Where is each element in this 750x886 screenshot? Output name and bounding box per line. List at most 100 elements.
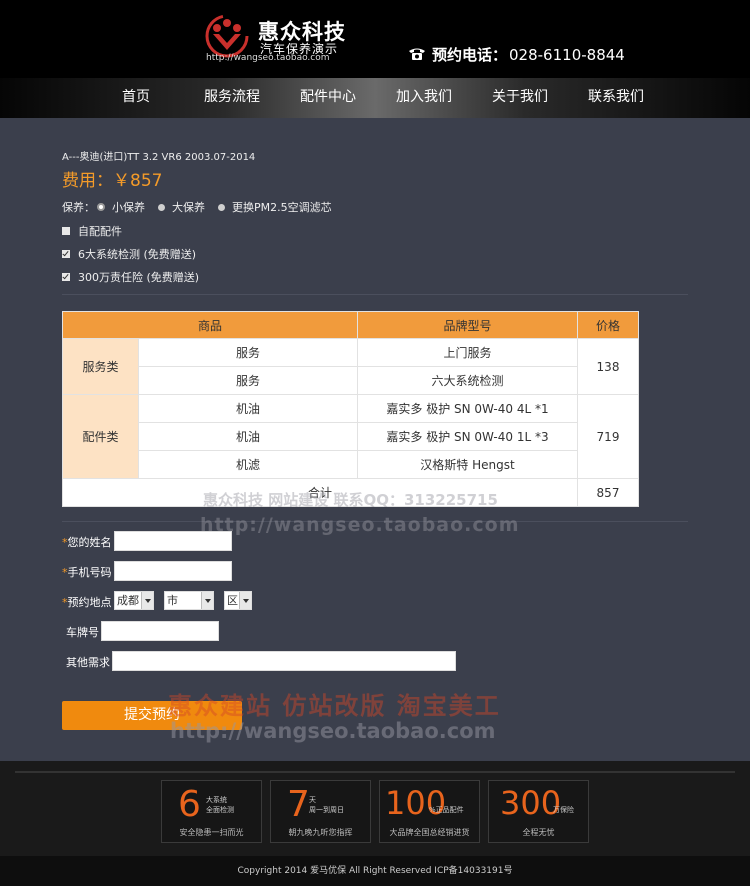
item-cell: 机油 — [138, 394, 358, 423]
chevron-down-icon — [201, 592, 213, 609]
maintenance-options: 保养： 小保养 大保养 更换PM2.5空调滤芯 — [62, 199, 332, 215]
brand-cell: 汉格斯特 Hengst — [357, 450, 578, 479]
feature-caption: 安全隐患一扫而光 — [179, 828, 244, 837]
feature-desc: 周一到周日 — [309, 806, 344, 814]
feature-number: 6 — [178, 784, 201, 825]
category-cell: 服务类 — [62, 338, 139, 395]
divider — [62, 521, 688, 522]
item-cell: 服务 — [138, 338, 358, 367]
brand-cell: 上门服务 — [357, 338, 578, 367]
checkbox-system-check[interactable] — [62, 250, 70, 258]
checkbox-label: 6大系统检测 (免费赠送) — [78, 248, 197, 261]
feature-number: 7 — [287, 784, 310, 825]
checkbox-row: 6大系统检测 (免费赠送) — [62, 246, 196, 262]
watermark-url: http://wangseo.taobao.com — [200, 514, 520, 536]
checkbox-row: 300万责任险 (免费赠送) — [62, 269, 199, 285]
feature-card: 100 %正品配件 大品牌全国总经销进货 — [379, 780, 480, 843]
radio-filter-replace[interactable] — [218, 203, 225, 211]
plate-input[interactable] — [101, 621, 219, 641]
nav-item-home[interactable]: 首页 — [122, 86, 150, 106]
site-header: 惠众科技 汽车保养演示 http://wangseo.taobao.com 预约… — [0, 0, 750, 78]
phone-contact: 预约电话： 028-6110-8844 — [408, 44, 625, 65]
feature-caption: 大品牌全国总经销进货 — [389, 828, 470, 837]
nav-item-contact-us[interactable]: 联系我们 — [588, 86, 644, 106]
option-filter-label: 更换PM2.5空调滤芯 — [232, 201, 332, 214]
area-select[interactable]: 区 — [224, 591, 252, 610]
checkbox-label: 自配配件 — [78, 225, 122, 238]
divider — [62, 294, 688, 295]
telephone-icon — [409, 48, 425, 60]
table-row: 配件类 机油 嘉实多 极护 SN 0W-40 4L *1 719 — [62, 394, 639, 479]
feature-unit: 万保险 — [553, 806, 574, 814]
checkbox-row: 自配配件 — [62, 223, 122, 239]
feature-card: 300 万保险 全程无忧 — [488, 780, 589, 843]
other-input[interactable] — [112, 651, 456, 671]
logo-people-icon — [205, 14, 249, 58]
name-input[interactable] — [114, 531, 232, 551]
phone-input[interactable] — [114, 561, 232, 581]
brand-url: http://wangseo.taobao.com — [206, 53, 330, 63]
chevron-down-icon — [239, 592, 251, 609]
items-table: 商品 品牌型号 价格 服务类 服务 上门服务 138 服务 六大系统检测 配件类… — [62, 311, 639, 507]
checkbox-label: 300万责任险 (免费赠送) — [78, 271, 200, 284]
category-cell: 配件类 — [62, 394, 139, 479]
phone-label: 预约电话： — [432, 46, 508, 64]
name-label: *您的姓名 — [62, 536, 112, 549]
chevron-down-icon — [141, 592, 153, 609]
brand-cell: 嘉实多 极护 SN 0W-40 4L *1 — [357, 394, 578, 423]
price-cell: 719 — [577, 394, 639, 479]
city-select[interactable]: 成都 — [114, 591, 154, 610]
header-price: 价格 — [577, 311, 639, 339]
maintenance-label: 保养： — [62, 201, 95, 214]
table-total-row: 合计 857 — [62, 478, 639, 507]
feature-desc: 全面检测 — [206, 806, 234, 814]
item-cell: 服务 — [138, 366, 358, 395]
location-label: *预约地点 — [62, 596, 112, 609]
car-model: A---奥迪(进口)TT 3.2 VR6 2003.07-2014 — [62, 152, 256, 163]
table-header-row: 商品 品牌型号 价格 — [62, 311, 639, 339]
header-brand: 品牌型号 — [357, 311, 578, 339]
nav-item-parts-center[interactable]: 配件中心 — [300, 86, 356, 106]
feature-number: 300 — [500, 784, 562, 822]
nav-item-service-process[interactable]: 服务流程 — [204, 86, 260, 106]
table-row: 机油 嘉实多 极护 SN 0W-40 1L *3 — [63, 422, 639, 451]
feature-caption: 全程无忧 — [522, 828, 555, 837]
option-minor-label: 小保养 — [112, 201, 145, 214]
service-fee: 费用：￥857 — [62, 171, 163, 191]
nav-item-about-us[interactable]: 关于我们 — [492, 86, 548, 106]
table-row: 机滤 汉格斯特 Hengst — [63, 450, 639, 479]
radio-minor-maintenance[interactable] — [97, 203, 105, 211]
feature-unit: %正品配件 — [429, 806, 464, 814]
plate-label: 车牌号 — [66, 626, 99, 639]
phone-number: 028-6110-8844 — [509, 46, 625, 64]
district-select[interactable]: 市 — [164, 591, 214, 610]
price-cell: 138 — [577, 338, 639, 395]
option-major-label: 大保养 — [172, 201, 205, 214]
radio-major-maintenance[interactable] — [158, 203, 165, 211]
feature-card: 6 大系统 全面检测 安全隐患一扫而光 — [161, 780, 262, 843]
main-nav: 首页 服务流程 配件中心 加入我们 关于我们 联系我们 — [0, 78, 750, 118]
feature-caption: 朝九晚九听您指挥 — [288, 828, 353, 837]
nav-item-join-us[interactable]: 加入我们 — [396, 86, 452, 106]
total-price: 857 — [577, 478, 639, 507]
copyright: Copyright 2014 爱马优保 All Right Reserved I… — [0, 856, 750, 886]
item-cell: 机滤 — [138, 450, 358, 479]
brand-cell: 嘉实多 极护 SN 0W-40 1L *3 — [357, 422, 578, 451]
total-label: 合计 — [62, 478, 578, 507]
header-item: 商品 — [62, 311, 358, 339]
table-row: 服务 六大系统检测 — [63, 366, 639, 395]
feature-footer: 6 大系统 全面检测 安全隐患一扫而光 7 天 周一到周日 朝九晚九听您指挥 1… — [0, 761, 750, 856]
submit-button[interactable]: 提交预约 — [62, 701, 242, 730]
item-cell: 机油 — [138, 422, 358, 451]
feature-unit: 天 — [309, 796, 316, 804]
phone-field-label: *手机号码 — [62, 566, 112, 579]
brand-cell: 六大系统检测 — [357, 366, 578, 395]
checkbox-insurance[interactable] — [62, 273, 70, 281]
feature-number: 100 — [385, 784, 447, 822]
feature-card: 7 天 周一到周日 朝九晚九听您指挥 — [270, 780, 371, 843]
divider — [15, 771, 735, 773]
checkbox-self-parts[interactable] — [62, 227, 70, 235]
feature-unit: 大系统 — [206, 796, 227, 804]
other-label: 其他需求 — [66, 656, 110, 669]
table-row: 服务类 服务 上门服务 138 — [62, 338, 639, 395]
